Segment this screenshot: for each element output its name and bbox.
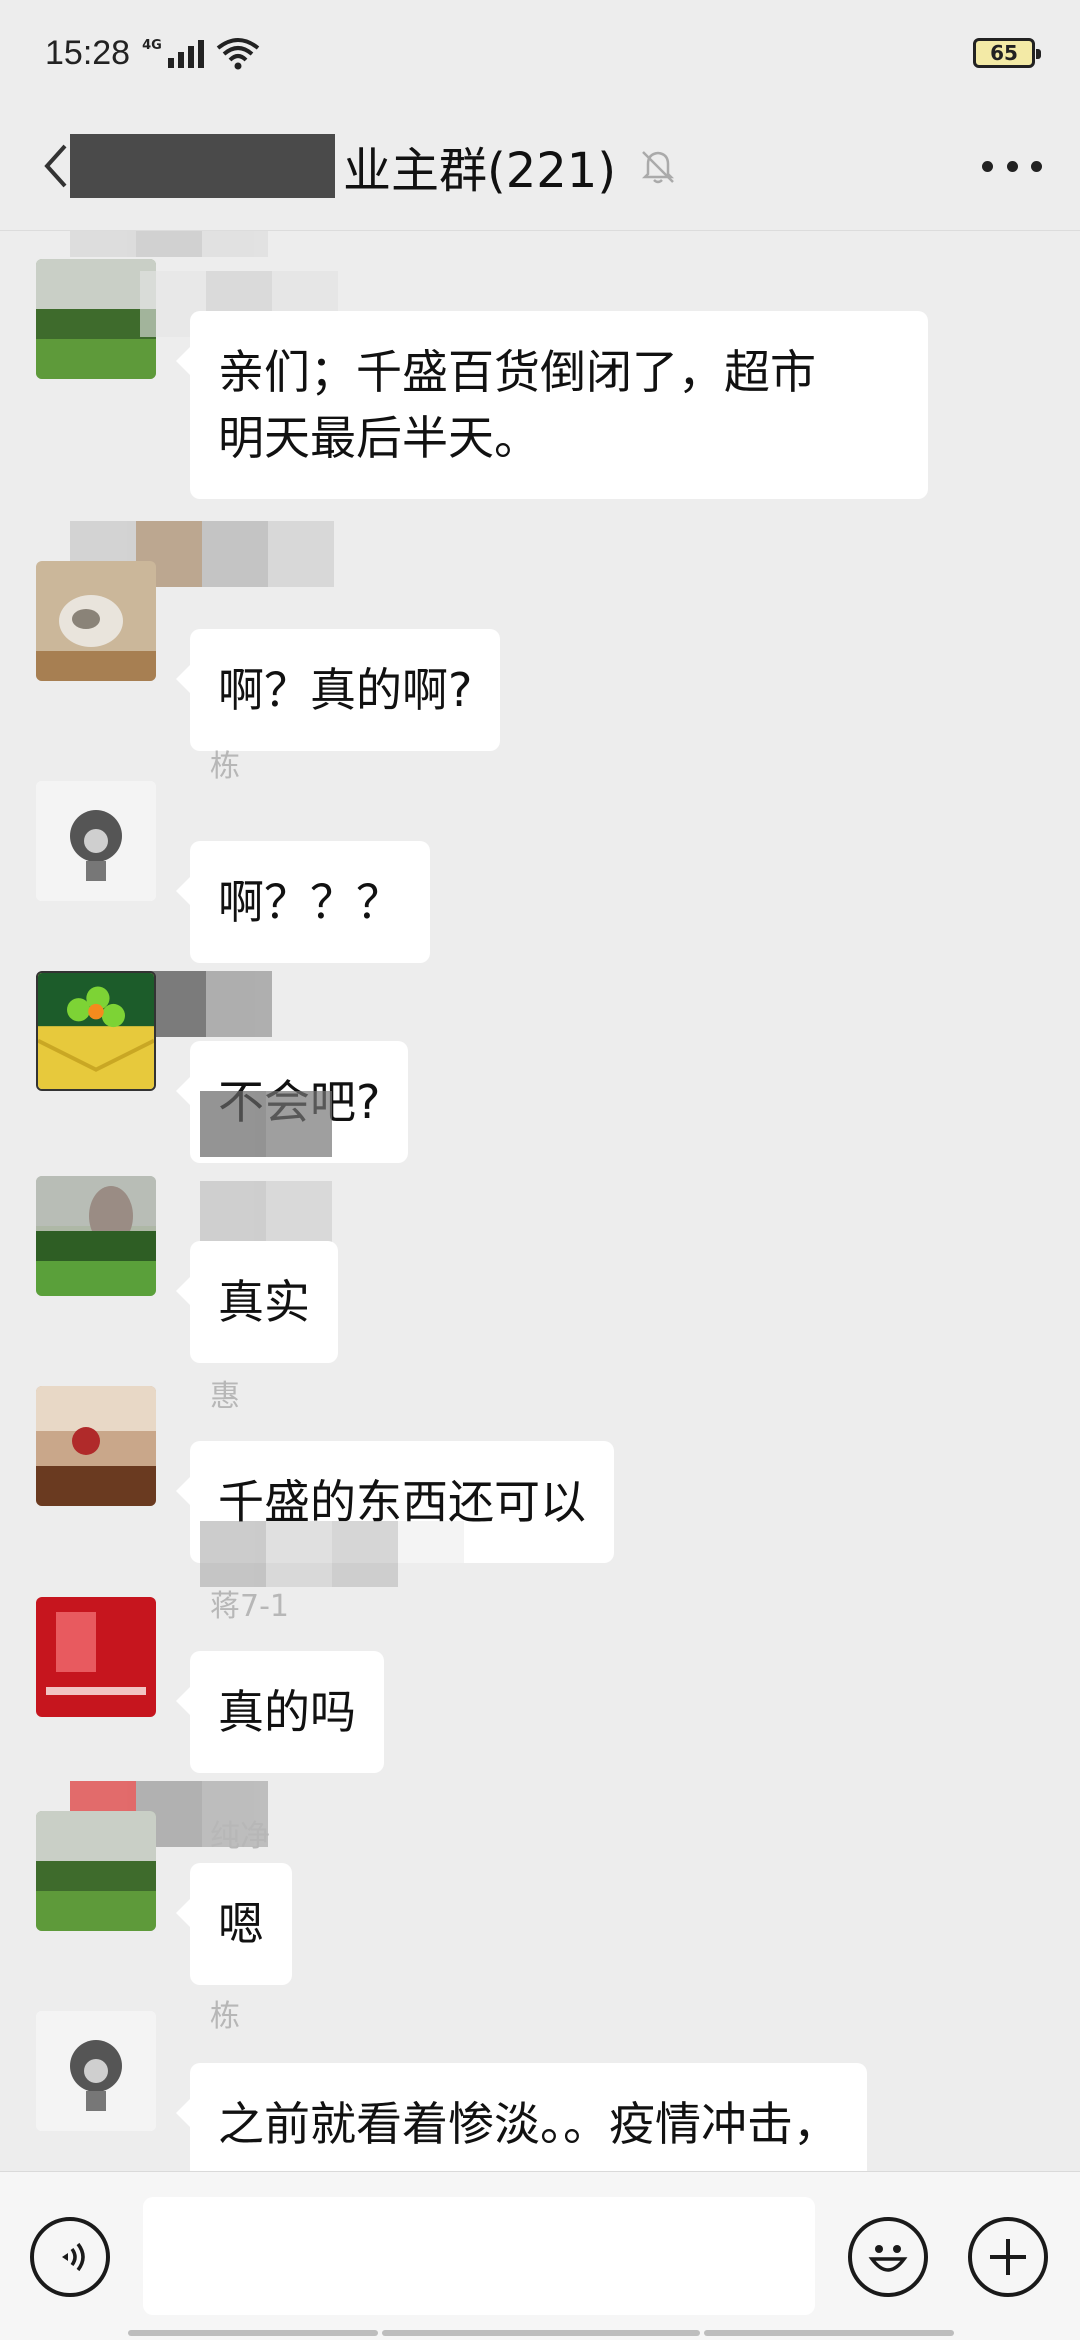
monkey-avatar-image: [36, 2011, 156, 2131]
chat-input-bar: [0, 2171, 1080, 2340]
message-text: 明天最后半天。: [218, 411, 540, 465]
status-left: 15:28 4G: [45, 34, 260, 73]
message-bubble[interactable]: 真的吗: [176, 1651, 384, 1773]
garden-avatar-image: [36, 1811, 156, 1931]
message-bubble[interactable]: 之前就看着惨淡。。疫情冲击，: [176, 2063, 867, 2171]
privacy-mosaic: [200, 1091, 464, 1157]
tea-avatar-image: [36, 1386, 156, 1506]
avatar[interactable]: [36, 1811, 156, 1931]
avatar[interactable]: [36, 971, 156, 1091]
privacy-mosaic: [70, 231, 334, 257]
wifi-icon: [216, 38, 260, 70]
voice-icon: [62, 2242, 85, 2272]
avatar[interactable]: [36, 1597, 156, 1717]
redacted-name-block: [70, 134, 335, 198]
message-bubble[interactable]: 嗯: [176, 1863, 292, 1985]
plus-button[interactable]: [968, 2217, 1048, 2297]
battery-level: 65: [990, 41, 1018, 65]
avatar[interactable]: [36, 2011, 156, 2131]
cat-avatar-image: [36, 561, 156, 681]
message-text: 亲们；千盛百货倒闭了，超市: [218, 345, 816, 399]
back-icon: [44, 144, 67, 188]
message-text: 之前就看着惨淡。。疫情冲击，: [218, 2097, 839, 2151]
nav-hint-bar: [704, 2330, 954, 2336]
message-text: 嗯: [218, 1897, 264, 1951]
message-bubble[interactable]: 啊？真的啊?: [175, 629, 501, 751]
emoji-button[interactable]: [848, 2217, 928, 2297]
red-card-avatar-image: [36, 1597, 156, 1717]
mute-bell-icon: [642, 151, 675, 184]
avatar[interactable]: [36, 561, 156, 681]
message-bubble[interactable]: 啊？？？: [176, 841, 430, 963]
nav-hint-bar: [382, 2330, 700, 2336]
battery-icon: 65: [973, 38, 1041, 68]
avatar[interactable]: [36, 1386, 156, 1506]
chat-message-list[interactable]: 亲们；千盛百货倒闭了，超市 明天最后半天。 啊？真的啊? 栋 啊？？？ 真实 惠…: [0, 231, 1080, 2171]
avatar[interactable]: [36, 781, 156, 901]
status-time: 15:28: [45, 33, 131, 72]
message-text: 真的吗: [218, 1685, 356, 1739]
signal-icon: 4G: [142, 38, 204, 68]
message-bubble[interactable]: 亲们；千盛百货倒闭了，超市 明天最后半天。: [176, 311, 928, 499]
avatar[interactable]: [36, 259, 156, 379]
message-text: 啊？真的啊?: [218, 663, 473, 717]
sender-nickname: 栋: [210, 749, 240, 784]
back-button[interactable]: [35, 136, 75, 196]
clover-avatar-image: [38, 973, 154, 1089]
privacy-mosaic: [140, 971, 404, 1037]
monkey-avatar-image: [36, 781, 156, 901]
message-text: 啊？？？: [218, 875, 402, 929]
emoji-icon: [868, 2245, 908, 2272]
more-icon: [982, 160, 993, 172]
status-bar: 15:28 4G 65: [0, 0, 1080, 106]
page-title: 业主群(221): [343, 143, 617, 199]
garden-avatar-image: [36, 259, 156, 379]
voice-button[interactable]: [30, 2217, 110, 2297]
header-title-area: 业主群(221): [70, 126, 678, 206]
message-text: 真实: [218, 1275, 310, 1329]
sender-nickname: 惠: [210, 1379, 240, 1414]
message-input[interactable]: [143, 2197, 815, 2315]
sender-nickname: 蒋7-1: [210, 1589, 289, 1624]
privacy-mosaic: [200, 1181, 464, 1247]
plus-icon: [990, 2239, 1026, 2275]
chat-header: 业主群(221): [0, 106, 1080, 231]
avatar[interactable]: [36, 1176, 156, 1296]
message-bubble[interactable]: 真实: [176, 1241, 338, 1363]
nav-hint-bar: [128, 2330, 378, 2336]
rock-garden-avatar-image: [36, 1176, 156, 1296]
sender-nickname: 纯净: [210, 1819, 270, 1854]
privacy-mosaic: [200, 1521, 464, 1587]
network-type: 4G: [142, 38, 162, 53]
sender-nickname: 栋: [210, 1999, 240, 2034]
more-button[interactable]: [982, 146, 1042, 186]
